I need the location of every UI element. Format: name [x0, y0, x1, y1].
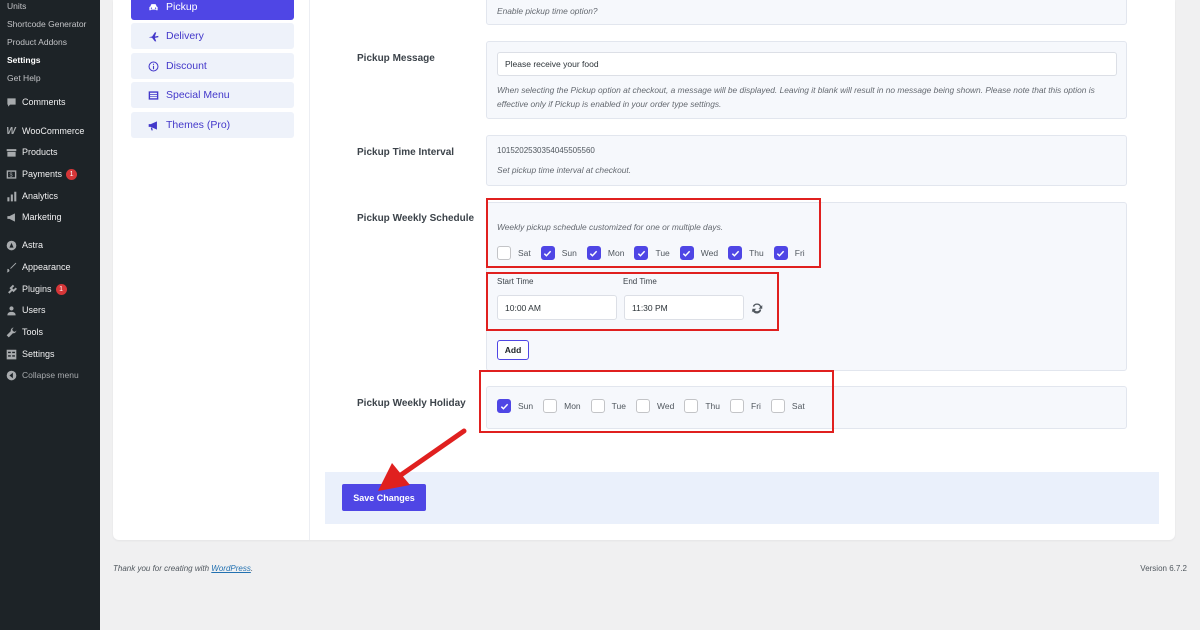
pickup-time-interval-values[interactable]: 1015202530354045505560 — [497, 146, 595, 155]
add-schedule-button[interactable]: Add — [497, 340, 529, 360]
users-icon — [0, 305, 22, 316]
menu-comments[interactable]: Comments — [0, 92, 100, 112]
analytics-icon — [0, 191, 22, 202]
submenu-units[interactable]: Units — [7, 1, 26, 11]
appearance-icon — [0, 262, 22, 273]
payments-badge: 1 — [66, 168, 78, 180]
megaphone-icon — [148, 120, 166, 131]
tab-discount[interactable]: Discount — [131, 53, 294, 79]
menu-plugins[interactable]: Plugins 1 — [0, 279, 100, 299]
pickup-time-option-help: Enable pickup time option? — [497, 6, 598, 16]
submenu-product-addons[interactable]: Product Addons — [7, 37, 67, 47]
comments-icon — [0, 97, 22, 108]
svg-text:$: $ — [9, 172, 12, 178]
menu-payments[interactable]: $ Payments 1 — [0, 164, 100, 184]
submenu-shortcode-generator[interactable]: Shortcode Generator — [7, 19, 86, 29]
menu-icon — [148, 90, 166, 101]
menu-appearance[interactable]: Appearance — [0, 257, 100, 277]
plugin-settings-tabs: Pickup Delivery Discount Special Menu Th… — [113, 0, 310, 540]
pickup-message-label: Pickup Message — [357, 53, 435, 64]
annotation-box-time-range — [486, 272, 779, 331]
plugins-icon — [0, 284, 22, 295]
payments-icon: $ — [0, 169, 22, 180]
pickup-time-interval-label: Pickup Time Interval — [357, 147, 455, 158]
plugins-badge: 1 — [55, 283, 67, 295]
marketing-icon — [0, 212, 22, 223]
pickup-weekly-schedule-label: Pickup Weekly Schedule — [357, 213, 475, 224]
astra-icon — [0, 240, 22, 251]
info-icon — [148, 61, 166, 72]
plane-icon — [148, 31, 166, 42]
collapse-icon — [0, 370, 22, 381]
tools-icon — [0, 327, 22, 338]
pickup-message-field: Please receive your food When selecting … — [486, 41, 1127, 119]
tab-themes-pro[interactable]: Themes (Pro) — [131, 112, 294, 138]
menu-tools[interactable]: Tools — [0, 322, 100, 342]
admin-sidebar: Units Shortcode Generator Product Addons… — [0, 0, 100, 630]
annotation-arrow-icon — [378, 428, 467, 491]
collapse-menu-button[interactable]: Collapse menu — [0, 365, 100, 385]
pickup-message-help: When selecting the Pickup option at chec… — [497, 85, 1095, 109]
woocommerce-icon: W — [6, 125, 16, 137]
pickup-message-input[interactable]: Please receive your food — [497, 52, 1117, 76]
menu-products[interactable]: Products — [0, 142, 100, 162]
car-icon — [148, 2, 166, 13]
annotation-box-holidays — [479, 370, 834, 433]
tab-special-menu[interactable]: Special Menu — [131, 82, 294, 108]
menu-settings[interactable]: Settings — [0, 344, 100, 364]
footer-version: Version 6.7.2 — [1140, 564, 1187, 573]
settings-icon — [0, 349, 22, 360]
menu-users[interactable]: Users — [0, 300, 100, 320]
pickup-weekly-holiday-label: Pickup Weekly Holiday — [357, 398, 466, 409]
products-icon — [0, 147, 22, 158]
submenu-get-help[interactable]: Get Help — [7, 73, 41, 83]
pickup-time-interval-field: 1015202530354045505560 Set pickup time i… — [486, 135, 1127, 186]
menu-woocommerce[interactable]: W WooCommerce — [0, 121, 100, 141]
pickup-time-option-field: Enable pickup time option? — [486, 0, 1127, 25]
menu-marketing[interactable]: Marketing — [0, 207, 100, 227]
footer-thanks: Thank you for creating with WordPress. — [113, 564, 254, 573]
pickup-time-interval-help: Set pickup time interval at checkout. — [497, 165, 632, 175]
menu-astra[interactable]: Astra — [0, 235, 100, 255]
annotation-box-schedule-days — [486, 198, 821, 268]
tab-pickup[interactable]: Pickup — [131, 0, 294, 20]
wordpress-link[interactable]: WordPress — [211, 564, 251, 573]
tab-delivery[interactable]: Delivery — [131, 23, 294, 49]
menu-analytics[interactable]: Analytics — [0, 186, 100, 206]
submenu-settings[interactable]: Settings — [7, 55, 41, 65]
